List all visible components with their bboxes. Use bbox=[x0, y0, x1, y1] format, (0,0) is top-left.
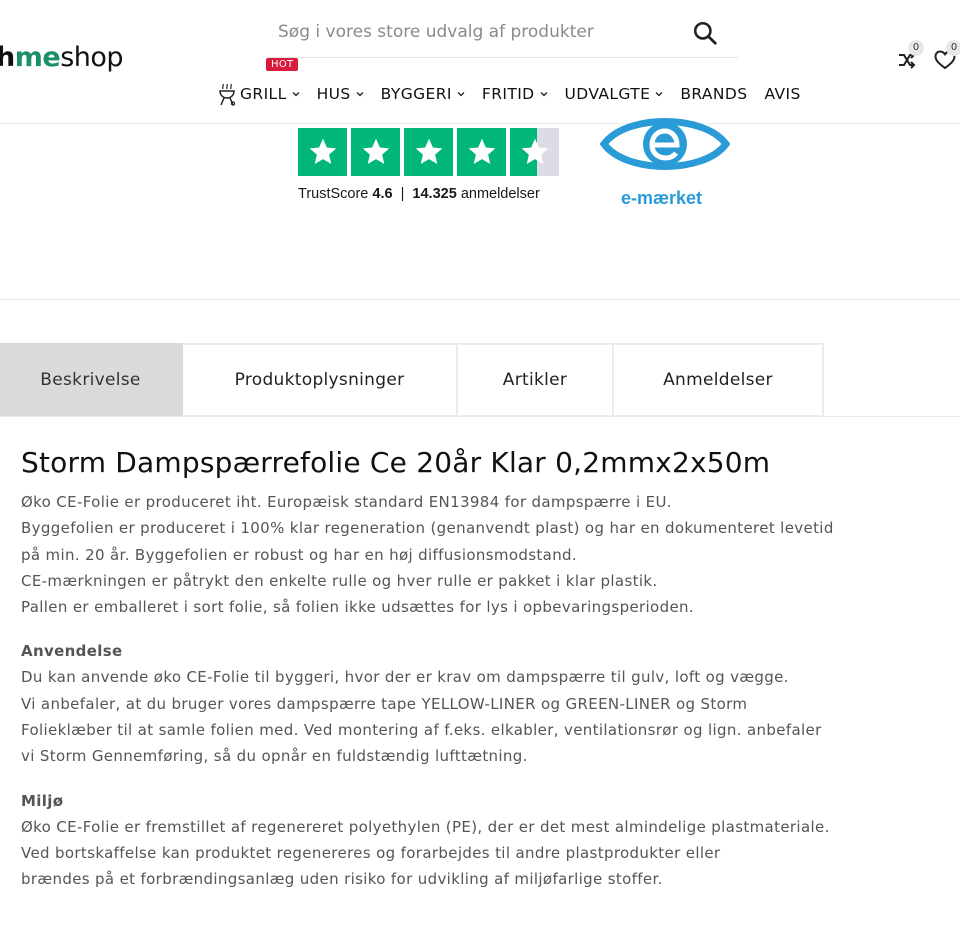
intro-line: Øko CE-Folie er produceret iht. Europæis… bbox=[21, 493, 672, 511]
chevron-down-icon bbox=[655, 92, 663, 97]
star-icon bbox=[468, 138, 495, 164]
intro-line: Byggefolien er produceret i 100% klar re… bbox=[21, 519, 834, 538]
nav-item-udvalgte[interactable]: UDVALGTE bbox=[565, 85, 664, 103]
star-icon bbox=[362, 138, 389, 164]
trustpilot-star-partial bbox=[510, 128, 559, 176]
search-icon[interactable] bbox=[692, 20, 718, 46]
logo-text-h: h bbox=[0, 42, 15, 73]
star-icon bbox=[309, 138, 336, 164]
header-icons: 0 0 bbox=[880, 40, 960, 78]
env-line: Øko CE-Folie er fremstillet af regenerer… bbox=[21, 817, 830, 836]
review-count: 14.325 bbox=[412, 186, 457, 202]
trustscore-value: 4.6 bbox=[372, 186, 393, 202]
tab-anmeldelser[interactable]: Anmeldelser bbox=[614, 343, 824, 417]
hot-badge: HOT bbox=[266, 58, 299, 71]
product-tabs: Beskrivelse Produktoplysninger Artikler … bbox=[0, 343, 824, 417]
search-bar bbox=[268, 14, 738, 58]
review-label: anmeldelser bbox=[460, 186, 540, 202]
use-line: Folieklæber til at samle folien med. Ved… bbox=[21, 721, 822, 740]
env-line: Ved bortskaffelse kan produktet regenere… bbox=[21, 843, 721, 862]
trustscore-text[interactable]: TrustScore 4.6 | 14.325 anmeldelser bbox=[298, 186, 540, 202]
logo-text-me: me bbox=[14, 42, 61, 73]
trust-section: TrustScore 4.6 | 14.325 anmeldelser e-mæ… bbox=[0, 118, 960, 300]
trustscore-label: TrustScore bbox=[298, 186, 369, 202]
nav-label-grill: GRILL bbox=[240, 85, 287, 103]
nav-item-avis[interactable]: AVIS bbox=[764, 85, 800, 103]
compare-count-badge: 0 bbox=[908, 40, 924, 56]
intro-line: CE-mærkningen er påtrykt den enkelte rul… bbox=[21, 571, 658, 590]
use-line: Du kan anvende øko CE-Folie til byggeri,… bbox=[21, 668, 789, 687]
nav-label-udvalgte: UDVALGTE bbox=[564, 85, 651, 103]
e-maerket-label: e-mærket bbox=[621, 188, 703, 208]
intro-line: Pallen er emballeret i sort folie, så fo… bbox=[21, 598, 695, 617]
site-header: hmeshop 0 0 bbox=[0, 0, 960, 124]
tabs-divider bbox=[0, 416, 960, 417]
env-line: brændes på et forbrændingsanlæg uden ris… bbox=[21, 870, 663, 889]
nav-item-byggeri[interactable]: BYGGERI bbox=[381, 85, 465, 103]
tab-produktoplysninger[interactable]: Produktoplysninger bbox=[183, 343, 458, 417]
search-input[interactable] bbox=[268, 14, 678, 50]
main-nav: GRILL HOT HUS BYGGERI FRITID UDVALGTE BR… bbox=[216, 58, 818, 108]
star-icon bbox=[415, 138, 442, 164]
star-icon bbox=[521, 138, 548, 164]
use-heading: Anvendelse bbox=[21, 642, 123, 661]
chevron-down-icon bbox=[540, 92, 547, 97]
chevron-down-icon bbox=[292, 92, 300, 97]
trustpilot-star bbox=[404, 128, 453, 176]
tab-beskrivelse[interactable]: Beskrivelse bbox=[0, 343, 183, 417]
use-line: Vi anbefaler, at du bruger vores dampspæ… bbox=[21, 694, 748, 713]
product-description: Storm Dampspærrefolie Ce 20år Klar 0,2mm… bbox=[21, 446, 921, 893]
wishlist-count-badge: 0 bbox=[946, 40, 960, 56]
nav-label-fritid: FRITID bbox=[481, 85, 535, 103]
trustscore-separator: | bbox=[400, 186, 405, 202]
trustpilot-star bbox=[457, 128, 506, 176]
tab-artikler[interactable]: Artikler bbox=[458, 343, 614, 417]
trustpilot-star bbox=[351, 128, 400, 176]
chevron-down-icon bbox=[356, 92, 364, 97]
nav-label-avis: AVIS bbox=[764, 85, 801, 103]
nav-item-brands[interactable]: BRANDS bbox=[680, 85, 747, 103]
nav-label-brands: BRANDS bbox=[680, 85, 748, 103]
use-line: vi Storm Gennemføring, så du opnår en fu… bbox=[21, 747, 528, 766]
nav-label-byggeri: BYGGERI bbox=[380, 85, 452, 103]
nav-item-hus[interactable]: HUS bbox=[317, 85, 364, 103]
env-heading: Miljø bbox=[21, 791, 64, 810]
e-maerket-logo-icon[interactable] bbox=[600, 118, 730, 182]
wishlist-button[interactable]: 0 bbox=[932, 40, 960, 78]
intro-paragraph: Øko CE-Folie er produceret iht. Europæis… bbox=[21, 489, 921, 620]
nav-item-grill[interactable]: GRILL HOT bbox=[216, 58, 300, 106]
use-paragraph: Du kan anvende øko CE-Folie til byggeri,… bbox=[21, 664, 921, 769]
trustpilot-stars[interactable] bbox=[298, 128, 559, 176]
chevron-down-icon bbox=[457, 92, 465, 97]
site-logo[interactable]: hmeshop bbox=[0, 42, 124, 73]
product-title: Storm Dampspærrefolie Ce 20år Klar 0,2mm… bbox=[21, 446, 771, 479]
env-paragraph: Øko CE-Folie er fremstillet af regenerer… bbox=[21, 814, 921, 893]
nav-label-hus: HUS bbox=[316, 85, 351, 103]
logo-text-shop: shop bbox=[60, 42, 124, 73]
nav-item-fritid[interactable]: FRITID bbox=[482, 85, 548, 103]
trustpilot-star bbox=[298, 128, 347, 176]
compare-button[interactable]: 0 bbox=[894, 40, 924, 78]
intro-line: på min. 20 år. Byggefolien er robust og … bbox=[21, 545, 578, 564]
grill-icon bbox=[219, 83, 236, 106]
